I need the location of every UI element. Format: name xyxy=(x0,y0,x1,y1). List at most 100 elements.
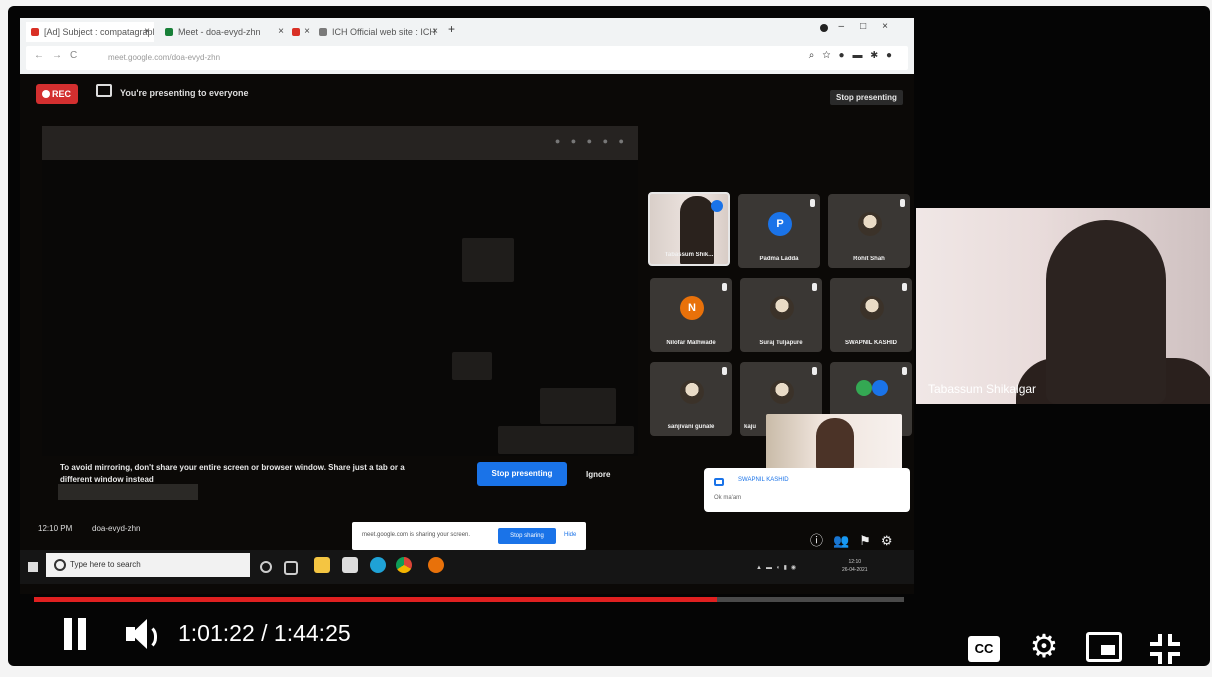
new-tab-icon[interactable]: + xyxy=(448,22,455,36)
meet-icon xyxy=(165,28,173,36)
miniplayer-button[interactable] xyxy=(1086,632,1122,662)
shared-screen: ● ● ● ● ● xyxy=(42,126,638,456)
store-icon[interactable] xyxy=(342,557,358,573)
mic-muted-icon xyxy=(812,283,817,291)
volume-button[interactable] xyxy=(122,616,160,652)
toolbar-icons: ● ● ● ● ● xyxy=(554,136,628,146)
tray-clock: 12:10 26-04-2021 xyxy=(842,559,868,573)
participant-tile[interactable]: P Padma Ladda xyxy=(738,194,820,268)
floating-participant-video[interactable] xyxy=(766,414,902,472)
task-view-icon[interactable] xyxy=(284,561,298,575)
browser-tab-3[interactable]: × xyxy=(284,22,314,42)
windows-start-icon[interactable] xyxy=(28,562,38,572)
gear-icon: ⚙ xyxy=(1029,628,1059,664)
site-icon xyxy=(319,28,327,36)
participant-name: Tabassum Shik... xyxy=(664,252,714,258)
video-progress-bar[interactable] xyxy=(34,597,904,602)
chat-icon xyxy=(714,478,724,486)
participant-name: Suraj Tuljapure xyxy=(759,340,803,346)
screen-share-notice: meet.google.com is sharing your screen. … xyxy=(352,522,586,550)
ignore-button[interactable]: Ignore xyxy=(586,470,610,479)
avatar xyxy=(858,212,882,236)
participant-tile[interactable]: sanjivani gunale xyxy=(650,362,732,436)
rec-label: REC xyxy=(52,89,72,99)
meeting-clock: 12:10 PM xyxy=(38,524,73,533)
url-text[interactable]: meet.google.com/doa-evyd-zhn xyxy=(108,53,220,62)
exit-fullscreen-button[interactable] xyxy=(1150,634,1180,664)
chat-notification[interactable]: SWAPNIL KASHID Ok ma'am xyxy=(704,468,910,512)
close-tab-icon[interactable]: × xyxy=(304,22,310,42)
avatar: N xyxy=(680,296,704,320)
speaking-indicator-icon xyxy=(711,200,723,212)
firefox-icon[interactable] xyxy=(428,557,444,573)
mic-muted-icon xyxy=(722,283,727,291)
cortana-icon[interactable] xyxy=(260,561,272,573)
gmail-icon xyxy=(31,28,39,36)
shared-screen-toolbar: ● ● ● ● ● xyxy=(42,126,638,160)
tab-label: [Ad] Subject : compatagraph geo xyxy=(44,27,154,37)
speaker-head xyxy=(1046,220,1166,404)
mic-muted-icon xyxy=(812,367,817,375)
mic-muted-icon xyxy=(810,199,815,207)
progress-played xyxy=(34,597,717,602)
rec-badge: REC xyxy=(36,84,78,104)
participant-tile[interactable]: N Nilofar Malhwade xyxy=(650,278,732,352)
mic-muted-icon xyxy=(900,199,905,207)
video-frame: [Ad] Subject : compatagraph geo × Meet -… xyxy=(8,6,1210,666)
taskbar-search-input[interactable]: Type here to search xyxy=(46,553,250,577)
meet-side-icons[interactable]: ⓘ👥⚑⚙ xyxy=(810,530,903,549)
speaker-name: Tabassum Shikalgar xyxy=(928,382,1037,396)
present-screen-icon xyxy=(96,84,112,97)
chrome-icon[interactable] xyxy=(396,557,412,573)
mirror-thumbnail xyxy=(462,238,514,282)
presenting-notice: You're presenting to everyone xyxy=(120,88,249,98)
miniplayer-icon xyxy=(1101,645,1115,655)
participant-name: Rohit Shah xyxy=(853,256,885,262)
settings-button[interactable]: ⚙ xyxy=(1028,630,1060,662)
participant-tile[interactable]: SWAPNIL KASHID xyxy=(830,278,912,352)
share-notice-text: meet.google.com is sharing your screen. xyxy=(362,532,471,538)
profile-dot-icon[interactable] xyxy=(820,24,828,32)
browser-chrome: [Ad] Subject : compatagraph geo × Meet -… xyxy=(20,18,914,74)
address-bar[interactable]: ←→C meet.google.com/doa-evyd-zhn ⌕☆●▬✱● xyxy=(26,46,908,70)
participant-video xyxy=(816,418,854,472)
participant-name: Nilofar Malhwade xyxy=(666,340,716,346)
cc-button[interactable]: CC xyxy=(968,636,1000,662)
close-tab-icon[interactable]: × xyxy=(432,22,438,42)
avatar xyxy=(856,380,872,396)
tab-label: Meet - doa-evyd-zhn xyxy=(178,27,261,37)
hide-button[interactable]: Hide xyxy=(564,532,576,538)
nav-buttons-icon[interactable]: ←→C xyxy=(34,50,85,61)
participant-tile[interactable]: Rohit Shah xyxy=(828,194,910,268)
speaker-video: Tabassum Shikalgar xyxy=(916,208,1210,404)
tab-label: ICH Official web site : ICH xyxy=(332,27,436,37)
stop-presenting-top-button[interactable]: Stop presenting xyxy=(830,90,903,105)
browser-tab-1[interactable]: [Ad] Subject : compatagraph geo × xyxy=(26,22,154,42)
cc-icon: CC xyxy=(974,641,994,656)
participant-name: SWAPNIL KASHID xyxy=(845,340,897,346)
participant-name: Padma Ladda xyxy=(759,256,799,262)
participant-tile[interactable]: Suraj Tuljapure xyxy=(740,278,822,352)
stop-sharing-button[interactable]: Stop sharing xyxy=(498,528,556,544)
stop-presenting-button[interactable]: Stop presenting xyxy=(477,462,567,486)
avatar: P xyxy=(768,212,792,236)
participant-tile-self[interactable]: Tabassum Shik... xyxy=(648,192,730,266)
browser-tab-4[interactable]: ICH Official web site : ICH × xyxy=(314,22,442,42)
mic-muted-icon xyxy=(902,367,907,375)
extension-icons[interactable]: ⌕☆●▬✱● xyxy=(809,50,900,61)
file-explorer-icon[interactable] xyxy=(314,557,330,573)
search-icon xyxy=(54,559,66,571)
close-tab-icon[interactable]: × xyxy=(144,22,150,42)
mirroring-warning: To avoid mirroring, don't share your ent… xyxy=(60,463,405,484)
system-tray-icons[interactable]: ▲▬◖▮◉ xyxy=(756,564,800,571)
participant-name: sanjivani gunale xyxy=(667,424,715,430)
edge-icon[interactable] xyxy=(370,557,386,573)
avatar xyxy=(680,380,704,404)
mic-muted-icon xyxy=(722,367,727,375)
pause-button[interactable] xyxy=(60,618,90,650)
browser-tab-2[interactable]: Meet - doa-evyd-zhn × xyxy=(160,22,288,42)
avatar xyxy=(770,296,794,320)
window-controls[interactable]: –□× xyxy=(839,21,904,32)
recording-tab-icon xyxy=(292,28,300,36)
meet-page: REC You're presenting to everyone Stop p… xyxy=(20,74,914,594)
